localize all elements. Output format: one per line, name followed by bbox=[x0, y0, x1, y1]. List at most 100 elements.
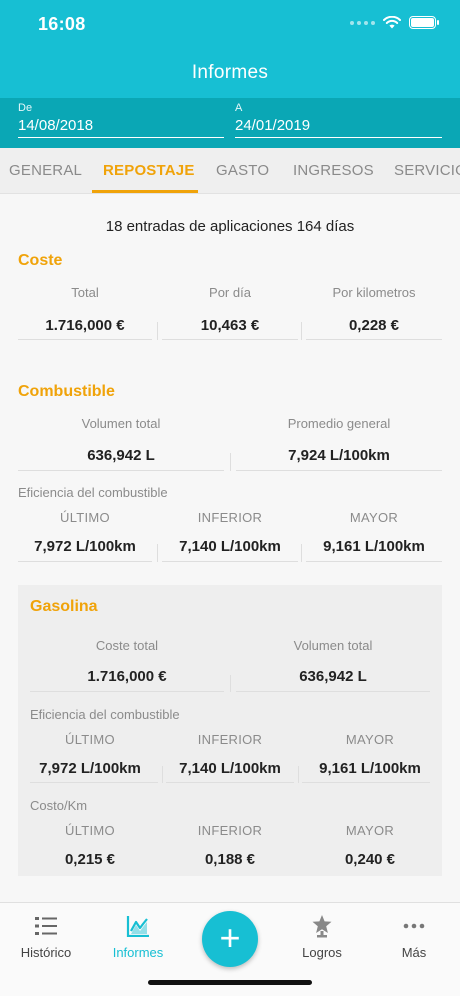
fuel-average-value: 7,924 L/100km bbox=[288, 447, 390, 464]
date-to-field[interactable]: A 24/01/2019 bbox=[235, 102, 442, 138]
cost-per-day-value: 10,463 € bbox=[200, 317, 260, 334]
gasoline-total-cost: Coste total 1.716,000 € bbox=[30, 638, 224, 685]
tab-gasto[interactable]: GASTO bbox=[216, 162, 269, 179]
divider bbox=[230, 453, 231, 471]
divider bbox=[298, 766, 299, 783]
cost-per-day: Por día 10,463 € bbox=[162, 285, 298, 334]
gasoline-eff-low-value: 7,140 L/100km bbox=[179, 760, 281, 777]
fuel-eff-high-value: 9,161 L/100km bbox=[323, 538, 425, 555]
fuel-efficiency-label: Eficiencia del combustible bbox=[18, 485, 168, 500]
divider bbox=[162, 561, 298, 562]
gasoline-card: Gasolina Coste total 1.716,000 € Volumen… bbox=[18, 585, 442, 876]
add-entry-button[interactable]: + bbox=[202, 911, 258, 967]
divider bbox=[301, 544, 302, 562]
date-from-value[interactable]: 14/08/2018 bbox=[18, 117, 224, 138]
fuel-eff-last-label: ÚLTIMO bbox=[60, 510, 110, 525]
divider bbox=[162, 766, 163, 783]
cost-per-day-label: Por día bbox=[209, 285, 251, 300]
divider bbox=[230, 675, 231, 692]
date-to-label: A bbox=[235, 102, 243, 114]
divider bbox=[236, 691, 430, 692]
cost-per-km-value: 0,228 € bbox=[348, 317, 400, 334]
gasoline-costkm-last: ÚLTIMO 0,215 € bbox=[22, 823, 158, 868]
fuel-total-volume-label: Volumen total bbox=[81, 416, 161, 431]
cost-total-value: 1.716,000 € bbox=[45, 317, 125, 334]
gasoline-eff-high-label: MAYOR bbox=[345, 732, 395, 747]
plus-icon: + bbox=[219, 917, 241, 958]
divider bbox=[306, 339, 442, 340]
tab-ingresos[interactable]: INGRESOS bbox=[293, 162, 374, 179]
gasoline-costkm-high: MAYOR 0,240 € bbox=[302, 823, 438, 868]
gasoline-eff-low: INFERIOR 7,140 L/100km bbox=[162, 732, 298, 777]
gasoline-costkm-high-value: 0,240 € bbox=[344, 851, 396, 868]
nav-mas[interactable]: Más bbox=[368, 913, 460, 960]
cost-per-km: Por kilometros 0,228 € bbox=[306, 285, 442, 334]
gasoline-efficiency-label: Eficiencia del combustible bbox=[30, 707, 180, 722]
gasoline-eff-high-value: 9,161 L/100km bbox=[319, 760, 421, 777]
cost-total: Total 1.716,000 € bbox=[18, 285, 152, 334]
tab-repostaje[interactable]: REPOSTAJE bbox=[103, 162, 195, 179]
gasoline-costkm-last-label: ÚLTIMO bbox=[65, 823, 115, 838]
fuel-section-title: Combustible bbox=[18, 383, 115, 400]
tab-general[interactable]: GENERAL bbox=[9, 162, 82, 179]
divider bbox=[162, 339, 298, 340]
date-to-value[interactable]: 24/01/2019 bbox=[235, 117, 442, 138]
divider bbox=[18, 470, 224, 471]
battery-icon bbox=[409, 16, 439, 29]
active-tab-indicator bbox=[92, 190, 198, 193]
date-range: De 14/08/2018 A 24/01/2019 bbox=[0, 98, 460, 148]
list-icon bbox=[0, 913, 92, 939]
divider bbox=[18, 339, 152, 340]
trophy-icon bbox=[276, 913, 368, 939]
status-time: 16:08 bbox=[38, 14, 86, 34]
nav-logros[interactable]: Logros bbox=[276, 913, 368, 960]
fuel-eff-low: INFERIOR 7,140 L/100km bbox=[162, 510, 298, 555]
gasoline-eff-last: ÚLTIMO 7,972 L/100km bbox=[22, 732, 158, 777]
date-from-field[interactable]: De 14/08/2018 bbox=[18, 102, 224, 138]
gasoline-eff-last-label: ÚLTIMO bbox=[65, 732, 115, 747]
divider bbox=[18, 561, 152, 562]
gasoline-cost-km-label: Costo/Km bbox=[30, 798, 88, 813]
gasoline-total-volume: Volumen total 636,942 L bbox=[236, 638, 430, 685]
gasoline-costkm-low-label: INFERIOR bbox=[197, 823, 263, 838]
fuel-total-volume: Volumen total 636,942 L bbox=[18, 416, 224, 464]
gasoline-costkm-last-value: 0,215 € bbox=[64, 851, 116, 868]
nav-logros-label: Logros bbox=[302, 945, 342, 960]
nav-mas-label: Más bbox=[401, 945, 427, 960]
gasoline-costkm-high-label: MAYOR bbox=[345, 823, 395, 838]
divider bbox=[306, 561, 442, 562]
nav-historico[interactable]: Histórico bbox=[0, 913, 92, 960]
page-title: Informes bbox=[191, 62, 269, 83]
home-indicator bbox=[148, 980, 312, 985]
nav-informes[interactable]: Informes bbox=[92, 913, 184, 960]
gasoline-eff-high: MAYOR 9,161 L/100km bbox=[302, 732, 438, 777]
fuel-average-label: Promedio general bbox=[287, 416, 391, 431]
gasoline-eff-last-value: 7,972 L/100km bbox=[39, 760, 141, 777]
wifi-icon bbox=[383, 16, 401, 29]
divider bbox=[236, 470, 442, 471]
gasoline-eff-low-label: INFERIOR bbox=[197, 732, 263, 747]
fuel-eff-low-label: INFERIOR bbox=[197, 510, 263, 525]
gasoline-total-volume-label: Volumen total bbox=[293, 638, 373, 653]
tab-servicio[interactable]: SERVICIO bbox=[394, 162, 460, 179]
gasoline-total-cost-value: 1.716,000 € bbox=[87, 668, 167, 685]
divider bbox=[30, 782, 158, 783]
fuel-eff-low-value: 7,140 L/100km bbox=[179, 538, 281, 555]
gasoline-costkm-low-value: 0,188 € bbox=[204, 851, 256, 868]
divider bbox=[302, 782, 430, 783]
status-bar: 16:08 bbox=[0, 14, 460, 38]
gasoline-total-cost-label: Coste total bbox=[95, 638, 159, 653]
cost-per-km-label: Por kilometros bbox=[332, 285, 416, 300]
gasoline-title: Gasolina bbox=[30, 598, 98, 615]
fuel-eff-high: MAYOR 9,161 L/100km bbox=[306, 510, 442, 555]
chart-icon bbox=[92, 913, 184, 939]
fuel-eff-high-label: MAYOR bbox=[349, 510, 399, 525]
divider bbox=[157, 544, 158, 562]
divider bbox=[30, 691, 224, 692]
more-dots-icon bbox=[368, 913, 460, 939]
nav-informes-label: Informes bbox=[112, 945, 164, 960]
app-header: 16:08 Informes bbox=[0, 0, 460, 98]
cost-total-label: Total bbox=[71, 285, 99, 300]
status-icons bbox=[350, 16, 439, 29]
divider bbox=[157, 322, 158, 340]
